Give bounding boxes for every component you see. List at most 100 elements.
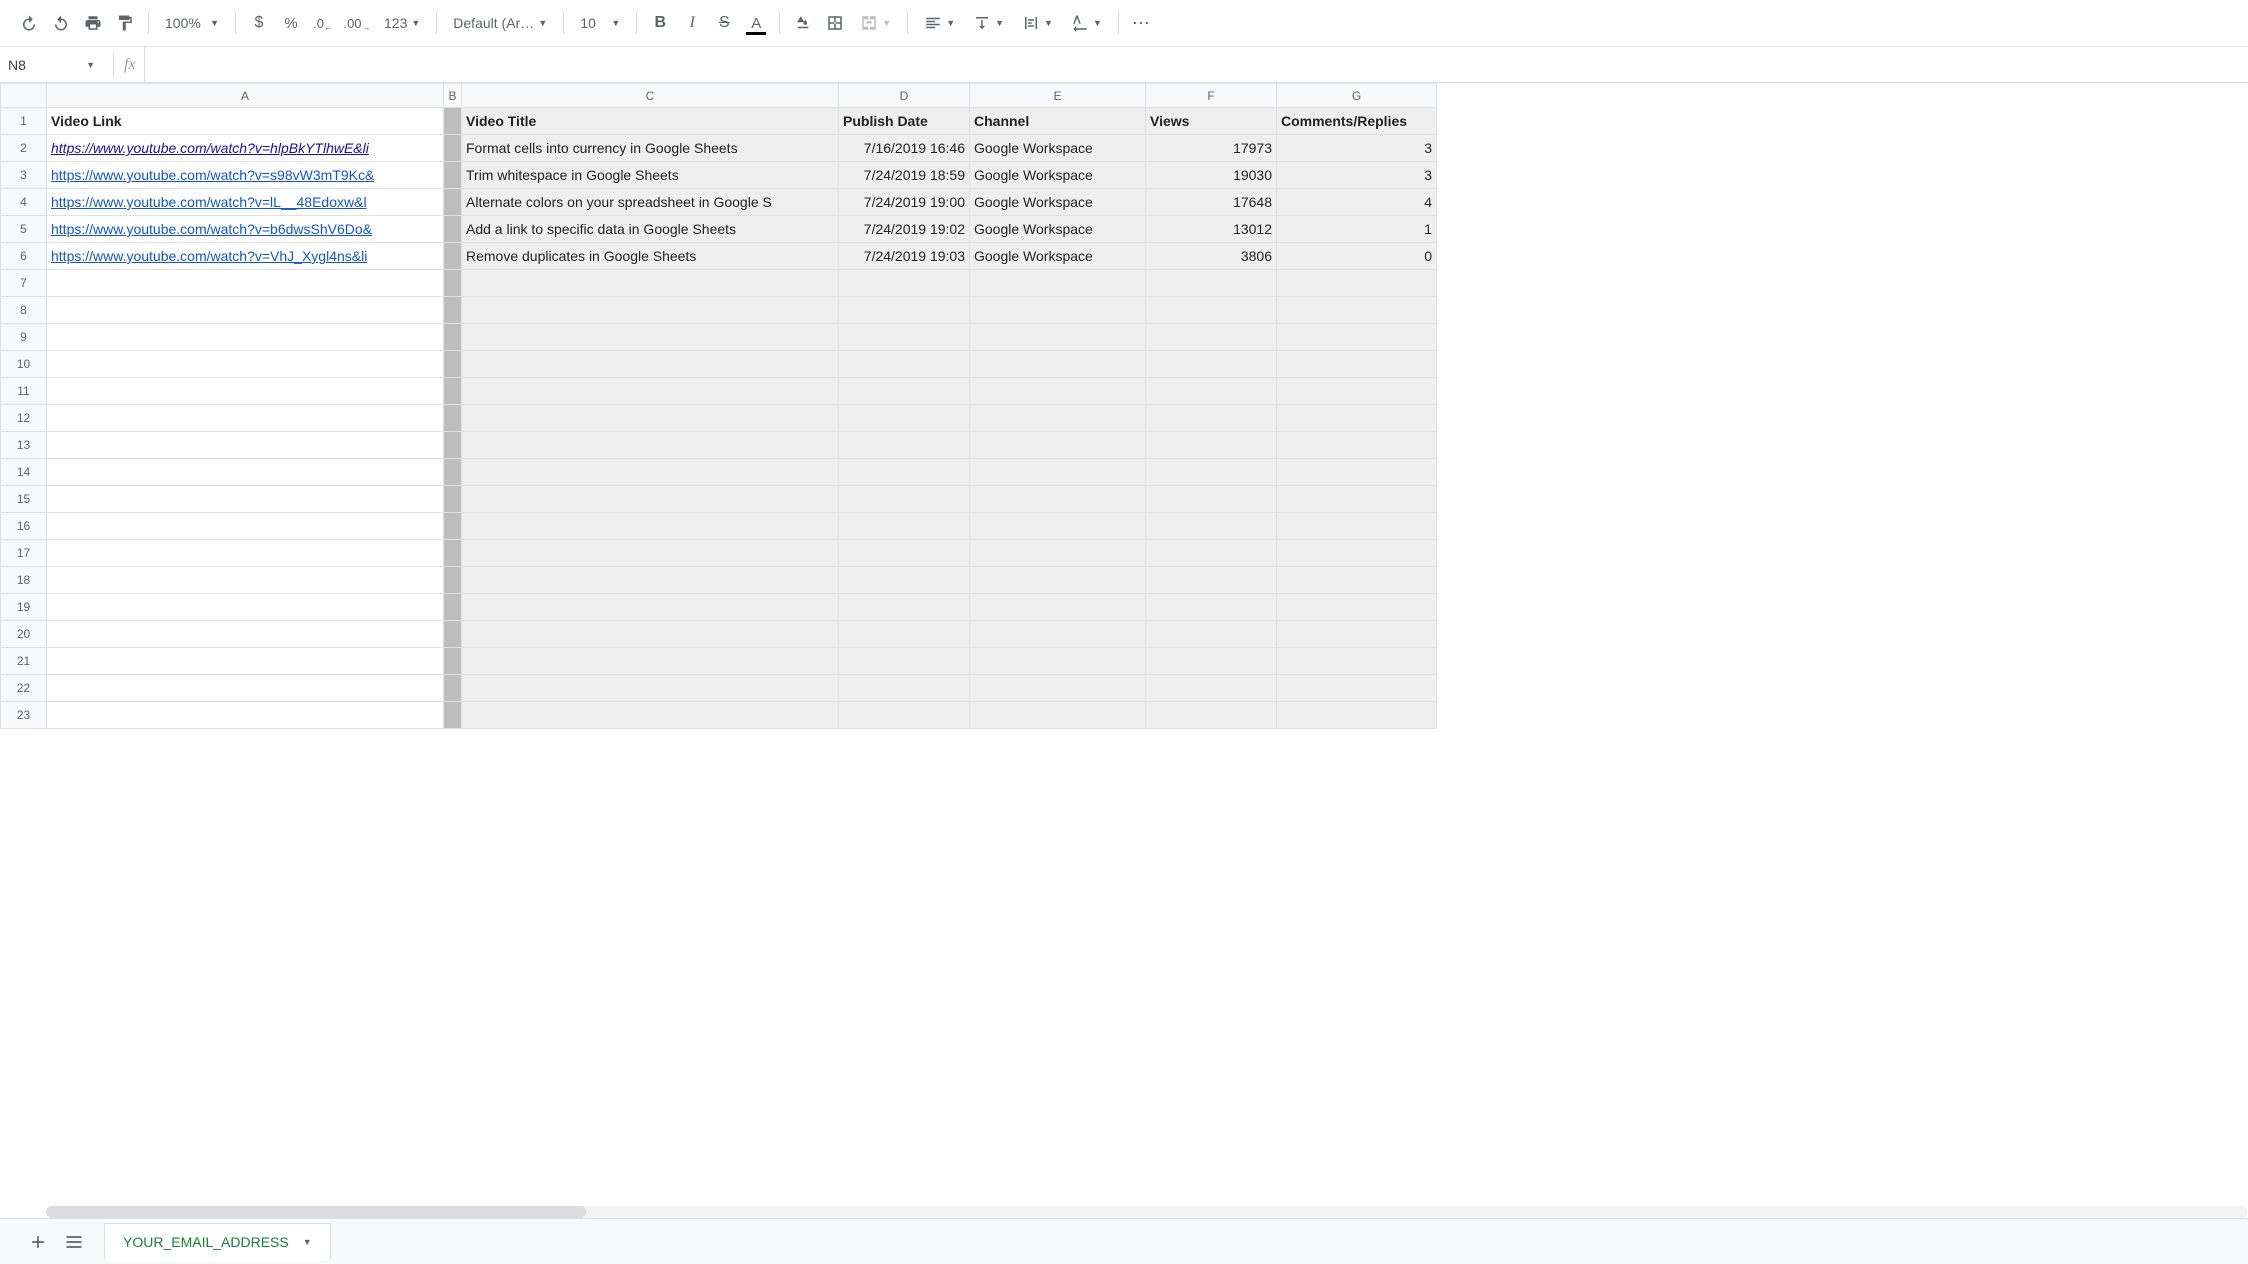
cell[interactable] xyxy=(444,432,462,459)
cell[interactable] xyxy=(970,513,1146,540)
cell[interactable]: https://www.youtube.com/watch?v=b6dwsShV… xyxy=(47,216,444,243)
cell[interactable]: Channel xyxy=(970,108,1146,135)
cell[interactable] xyxy=(970,297,1146,324)
column-header[interactable]: G xyxy=(1277,84,1437,108)
cell[interactable] xyxy=(839,675,970,702)
horizontal-align-button[interactable]: ▼ xyxy=(916,8,963,38)
scrollbar-thumb[interactable] xyxy=(46,1206,586,1218)
cell[interactable]: https://www.youtube.com/watch?v=hlpBkYTl… xyxy=(47,135,444,162)
cell[interactable]: 7/24/2019 19:03 xyxy=(839,243,970,270)
cell[interactable] xyxy=(970,324,1146,351)
cell[interactable] xyxy=(970,405,1146,432)
row-header[interactable]: 23 xyxy=(1,702,47,729)
cell[interactable] xyxy=(970,432,1146,459)
font-size-select[interactable]: 10 ▼ xyxy=(572,8,628,38)
cell[interactable] xyxy=(839,513,970,540)
cell[interactable]: 7/16/2019 16:46 xyxy=(839,135,970,162)
cell[interactable]: 7/24/2019 19:02 xyxy=(839,216,970,243)
cell[interactable] xyxy=(462,297,839,324)
cell[interactable] xyxy=(444,378,462,405)
cell[interactable] xyxy=(1277,324,1437,351)
cell[interactable] xyxy=(1277,675,1437,702)
cell[interactable] xyxy=(462,540,839,567)
cell[interactable] xyxy=(970,351,1146,378)
cell[interactable] xyxy=(1146,378,1277,405)
cell[interactable] xyxy=(1277,648,1437,675)
cell[interactable]: Google Workspace xyxy=(970,216,1146,243)
cell[interactable] xyxy=(1146,324,1277,351)
cell[interactable]: 0 xyxy=(1277,243,1437,270)
column-header[interactable]: B xyxy=(444,84,462,108)
cell[interactable] xyxy=(462,513,839,540)
row-header[interactable]: 16 xyxy=(1,513,47,540)
fill-color-button[interactable] xyxy=(788,8,818,38)
cell[interactable] xyxy=(47,594,444,621)
cell[interactable]: 7/24/2019 18:59 xyxy=(839,162,970,189)
row-header[interactable]: 9 xyxy=(1,324,47,351)
cell[interactable] xyxy=(1277,459,1437,486)
cell[interactable]: 4 xyxy=(1277,189,1437,216)
row-header[interactable]: 6 xyxy=(1,243,47,270)
cell[interactable] xyxy=(47,567,444,594)
cell[interactable]: Comments/Replies xyxy=(1277,108,1437,135)
cell[interactable] xyxy=(444,243,462,270)
row-header[interactable]: 12 xyxy=(1,405,47,432)
cell[interactable] xyxy=(1146,594,1277,621)
cell[interactable] xyxy=(47,675,444,702)
cell[interactable] xyxy=(1277,378,1437,405)
cell[interactable] xyxy=(444,675,462,702)
cell[interactable] xyxy=(444,486,462,513)
vertical-align-button[interactable]: ▼ xyxy=(965,8,1012,38)
cell[interactable] xyxy=(1277,297,1437,324)
more-button[interactable]: ⋯ xyxy=(1127,8,1157,38)
cell[interactable] xyxy=(1277,432,1437,459)
cell[interactable]: 17973 xyxy=(1146,135,1277,162)
cell[interactable] xyxy=(1146,486,1277,513)
cell[interactable] xyxy=(1277,486,1437,513)
cell[interactable] xyxy=(1277,351,1437,378)
cell[interactable]: https://www.youtube.com/watch?v=s98vW3mT… xyxy=(47,162,444,189)
row-header[interactable]: 15 xyxy=(1,486,47,513)
row-header[interactable]: 10 xyxy=(1,351,47,378)
cell[interactable] xyxy=(839,297,970,324)
cell[interactable] xyxy=(444,594,462,621)
cell[interactable] xyxy=(444,108,462,135)
cell[interactable]: 3806 xyxy=(1146,243,1277,270)
name-box[interactable]: N8 ▼ xyxy=(0,47,103,82)
cell[interactable] xyxy=(462,270,839,297)
cell[interactable] xyxy=(444,702,462,729)
text-color-button[interactable]: A xyxy=(741,8,771,38)
redo-button[interactable] xyxy=(46,8,76,38)
cell[interactable] xyxy=(1146,459,1277,486)
cell[interactable] xyxy=(1146,270,1277,297)
cell[interactable] xyxy=(1146,648,1277,675)
cell[interactable] xyxy=(47,540,444,567)
cell[interactable] xyxy=(462,567,839,594)
bold-button[interactable]: B xyxy=(645,8,675,38)
strikethrough-button[interactable]: S xyxy=(709,8,739,38)
font-select[interactable]: Default (Ari… ▼ xyxy=(445,8,555,38)
cell[interactable] xyxy=(839,594,970,621)
cell[interactable] xyxy=(1146,513,1277,540)
cell[interactable]: Video Link xyxy=(47,108,444,135)
cell[interactable] xyxy=(444,351,462,378)
merge-cells-button[interactable]: ▼ xyxy=(852,8,899,38)
cell[interactable] xyxy=(444,648,462,675)
row-header[interactable]: 11 xyxy=(1,378,47,405)
cell[interactable] xyxy=(839,324,970,351)
cell[interactable] xyxy=(970,675,1146,702)
cell[interactable] xyxy=(1146,351,1277,378)
cell[interactable] xyxy=(47,486,444,513)
row-header[interactable]: 21 xyxy=(1,648,47,675)
row-header[interactable]: 19 xyxy=(1,594,47,621)
cell[interactable] xyxy=(839,351,970,378)
cell[interactable] xyxy=(970,540,1146,567)
cell[interactable] xyxy=(462,324,839,351)
row-header[interactable]: 1 xyxy=(1,108,47,135)
cell[interactable] xyxy=(444,135,462,162)
row-header[interactable]: 20 xyxy=(1,621,47,648)
cell[interactable] xyxy=(47,621,444,648)
cell[interactable] xyxy=(47,270,444,297)
row-header[interactable]: 2 xyxy=(1,135,47,162)
cell[interactable] xyxy=(47,432,444,459)
